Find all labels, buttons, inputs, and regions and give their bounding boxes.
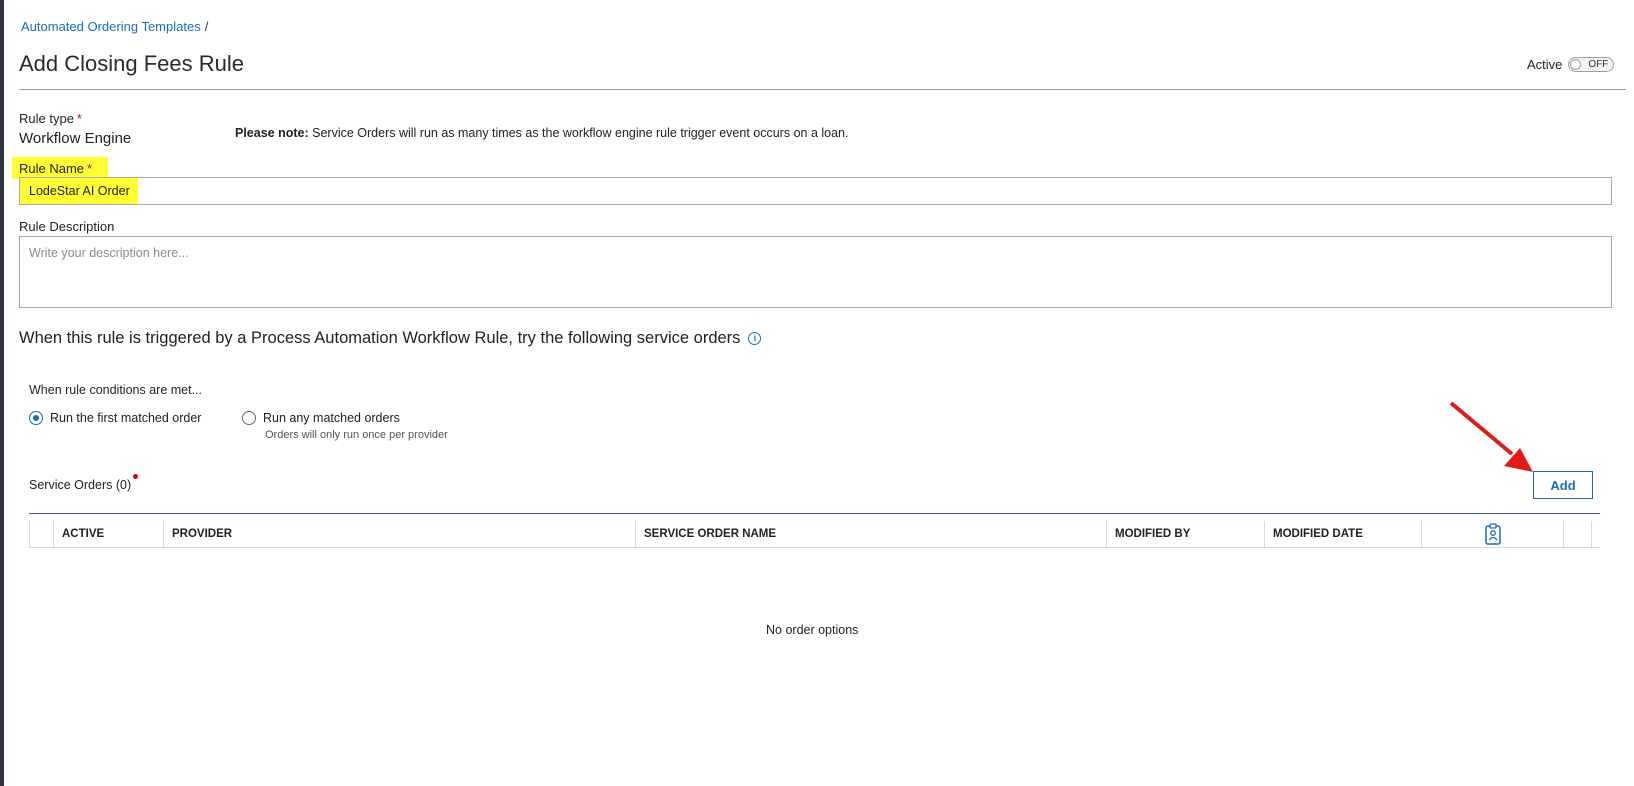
section-heading-text: When this rule is triggered by a Process… (19, 329, 741, 347)
radio-label: Run the first matched order (50, 411, 202, 425)
note-bold: Please note: (235, 126, 309, 140)
title-divider (19, 89, 1626, 90)
active-toggle[interactable]: OFF (1568, 57, 1615, 72)
column-header-active[interactable]: ACTIVE (53, 521, 163, 547)
rule-name-input[interactable]: LodeStar AI Order (19, 177, 1612, 205)
radio-button[interactable] (242, 411, 256, 425)
badge-icon[interactable] (1484, 523, 1501, 545)
radio-sublabel: Orders will only run once per provider (265, 429, 448, 441)
rule-name-value: LodeStar AI Order (29, 184, 130, 198)
rule-name-label: Rule Name * (19, 161, 92, 176)
info-icon[interactable]: i (748, 332, 762, 345)
column-header-provider[interactable]: PROVIDER (163, 521, 635, 547)
window-left-edge (0, 0, 4, 786)
required-mark: * (76, 111, 82, 126)
add-service-order-button[interactable]: Add (1533, 471, 1593, 499)
column-header-service-order-name[interactable]: SERVICE ORDER NAME (635, 521, 1106, 547)
toggle-knob (1570, 59, 1582, 70)
radio-button-selected[interactable] (29, 411, 43, 425)
required-dot (133, 474, 138, 479)
column-header-modified-date[interactable]: MODIFIED DATE (1264, 521, 1421, 547)
breadcrumb: Automated Ordering Templates / (21, 19, 208, 34)
red-arrow-annotation (1449, 401, 1533, 472)
conditions-label: When rule conditions are met... (29, 383, 202, 397)
column-header-modified-by[interactable]: MODIFIED BY (1106, 521, 1264, 547)
rule-description-placeholder: Write your description here... (29, 246, 189, 260)
rule-description-label: Rule Description (19, 219, 115, 234)
section-heading: When this rule is triggered by a Process… (19, 329, 762, 348)
table-top-border (29, 513, 1600, 514)
active-label: Active (1527, 57, 1563, 72)
rule-name-label-text: Rule Name (19, 161, 85, 176)
page-title: Add Closing Fees Rule (19, 51, 245, 76)
column-chooser-header[interactable] (1421, 521, 1563, 547)
rule-type-value: Workflow Engine (19, 130, 132, 147)
spacer-column-header (1563, 521, 1591, 547)
select-column-header (29, 521, 53, 547)
spacer-column-header (1591, 521, 1600, 547)
breadcrumb-separator: / (204, 19, 209, 34)
radio-run-first-matched[interactable]: Run the first matched order (29, 411, 201, 425)
radio-run-any-matched[interactable]: Run any matched orders (242, 411, 400, 425)
service-orders-table-header: ACTIVE PROVIDER SERVICE ORDER NAME MODIF… (29, 521, 1600, 548)
rule-description-textarea[interactable]: Write your description here... (19, 236, 1612, 308)
rule-type-label: Rule type * (19, 111, 82, 126)
note-text: Service Orders will run as many times as… (312, 126, 849, 140)
required-mark: * (87, 161, 93, 176)
service-orders-label: Service Orders (0) (29, 478, 132, 492)
radio-label: Run any matched orders (263, 411, 400, 425)
active-toggle-group: Active OFF (1527, 57, 1615, 72)
breadcrumb-link[interactable]: Automated Ordering Templates (21, 19, 201, 34)
rule-type-label-text: Rule type (19, 111, 74, 126)
please-note: Please note: Service Orders will run as … (235, 126, 848, 140)
toggle-state: OFF (1588, 59, 1609, 70)
empty-table-message: No order options (766, 623, 859, 637)
